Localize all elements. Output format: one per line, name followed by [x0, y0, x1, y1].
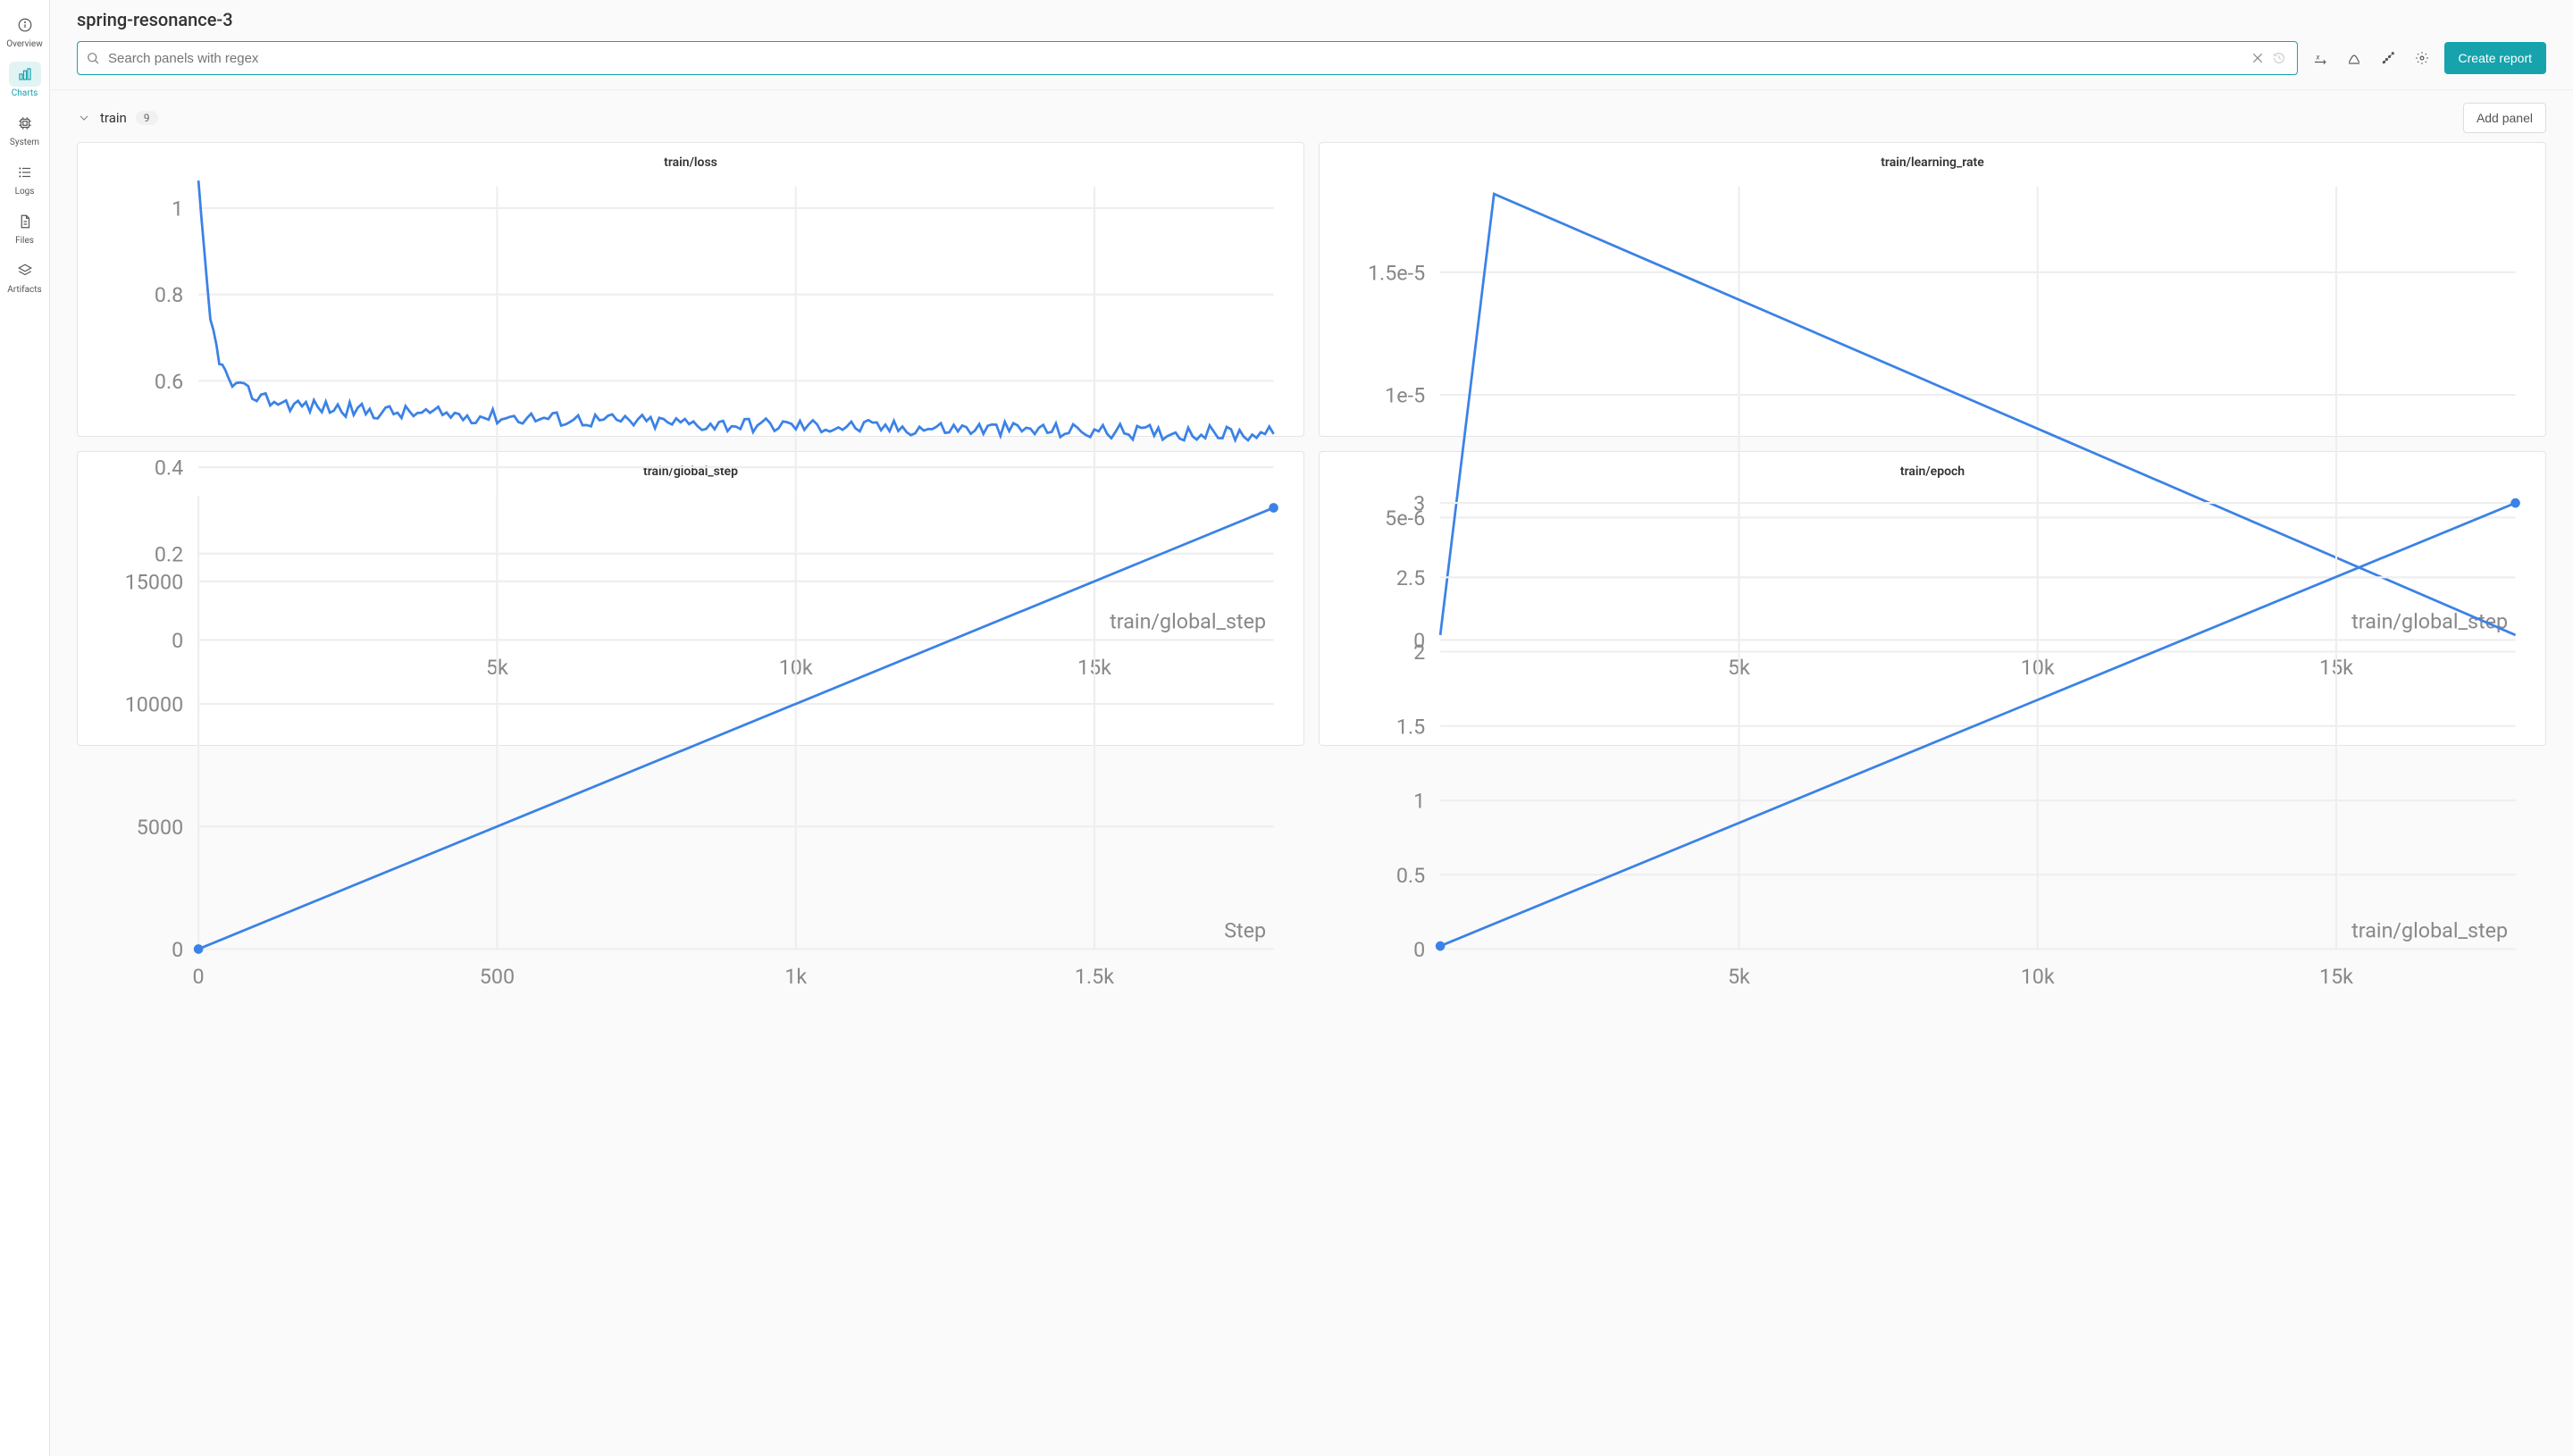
svg-text:train/global_step: train/global_step	[2351, 918, 2508, 943]
svg-text:1: 1	[1413, 788, 1425, 813]
svg-text:2: 2	[1413, 640, 1425, 665]
svg-text:Step: Step	[1224, 918, 1266, 943]
svg-text:500: 500	[480, 964, 515, 989]
sidebar-item-overview[interactable]: Overview	[3, 7, 47, 56]
settings-icon[interactable]	[2410, 46, 2434, 70]
sidebar-item-label: Logs	[15, 187, 35, 197]
sidebar-item-files[interactable]: Files	[3, 204, 47, 253]
svg-text:0.5: 0.5	[1396, 863, 1425, 888]
sidebar-item-charts[interactable]: Charts	[3, 56, 47, 105]
svg-text:10000: 10000	[125, 692, 183, 717]
search-container	[77, 41, 2298, 75]
section-name: train	[100, 110, 127, 126]
section-count: 9	[136, 111, 158, 125]
sidebar-item-label: Artifacts	[7, 285, 41, 295]
sidebar-item-logs[interactable]: Logs	[3, 155, 47, 204]
panel-grid: train/loss 00.20.40.60.815k10k15ktrain/g…	[50, 142, 2573, 746]
svg-text:0.6: 0.6	[155, 369, 183, 394]
svg-text:5000: 5000	[137, 815, 183, 840]
panel-title: train/learning_rate	[1327, 155, 2538, 170]
chevron-down-icon[interactable]	[77, 111, 91, 125]
svg-text:2.5: 2.5	[1396, 565, 1425, 590]
chart-canvas[interactable]: 0 5000 10000 15000 0 500 1k 1.5k Step	[85, 484, 1296, 1017]
info-icon	[17, 17, 33, 33]
x-axis-icon[interactable]: x	[2309, 46, 2332, 70]
chart-canvas[interactable]: 0 0.5 1 1.5 2 2.5 3 5k 10k 15k train/global_step	[1327, 484, 2538, 1017]
svg-text:15000: 15000	[125, 569, 183, 594]
sidebar-item-label: Overview	[6, 39, 43, 49]
svg-text:0: 0	[1413, 937, 1425, 962]
svg-text:0.8: 0.8	[155, 282, 183, 307]
chart-panel[interactable]: train/learning_rate 05e-61e-51.5e-55k10k…	[1319, 142, 2546, 437]
sidebar-item-label: System	[10, 138, 39, 147]
svg-text:5k: 5k	[1728, 964, 1750, 989]
panel-title: train/loss	[85, 155, 1296, 170]
sidebar-item-label: Files	[15, 236, 34, 246]
svg-text:0.4: 0.4	[155, 456, 183, 481]
sidebar-item-system[interactable]: System	[3, 105, 47, 155]
create-report-button[interactable]: Create report	[2444, 42, 2546, 74]
chart-panel[interactable]: train/loss 00.20.40.60.815k10k15ktrain/g…	[77, 142, 1304, 437]
sidebar-item-artifacts[interactable]: Artifacts	[3, 253, 47, 302]
outliers-icon[interactable]	[2376, 46, 2400, 70]
svg-text:1: 1	[172, 196, 183, 221]
sidebar-item-label: Charts	[12, 88, 38, 98]
svg-text:1k: 1k	[784, 964, 807, 989]
file-icon	[17, 213, 33, 230]
run-title: spring-resonance-3	[77, 9, 2546, 30]
cpu-icon	[17, 115, 33, 131]
chart-panel[interactable]: train/epoch 00.511.522.535k10k15ktrain/g…	[1319, 451, 2546, 746]
history-icon[interactable]	[2268, 47, 2290, 69]
clear-icon[interactable]	[2247, 47, 2268, 69]
chart-panel[interactable]: train/global_step 05000100001500005001k1…	[77, 451, 1304, 746]
charts-icon	[17, 66, 33, 82]
add-panel-button[interactable]: Add panel	[2463, 103, 2546, 133]
svg-text:x: x	[2315, 54, 2320, 63]
search-icon	[85, 50, 101, 66]
svg-text:1e-5: 1e-5	[1385, 383, 1425, 408]
layers-icon	[17, 263, 33, 279]
sidebar: Overview Charts System Logs Files Artifa…	[0, 0, 50, 1456]
svg-text:0: 0	[172, 937, 183, 962]
list-icon	[17, 164, 33, 180]
svg-text:3: 3	[1413, 491, 1425, 516]
smoothing-icon[interactable]	[2343, 46, 2366, 70]
svg-text:0: 0	[193, 964, 205, 989]
svg-text:1.5: 1.5	[1396, 714, 1425, 739]
svg-text:10k: 10k	[2021, 964, 2055, 989]
search-input[interactable]	[101, 51, 2247, 66]
svg-text:1.5e-5: 1.5e-5	[1368, 260, 1425, 285]
svg-text:1.5k: 1.5k	[1075, 964, 1114, 989]
svg-text:15k: 15k	[2319, 964, 2353, 989]
